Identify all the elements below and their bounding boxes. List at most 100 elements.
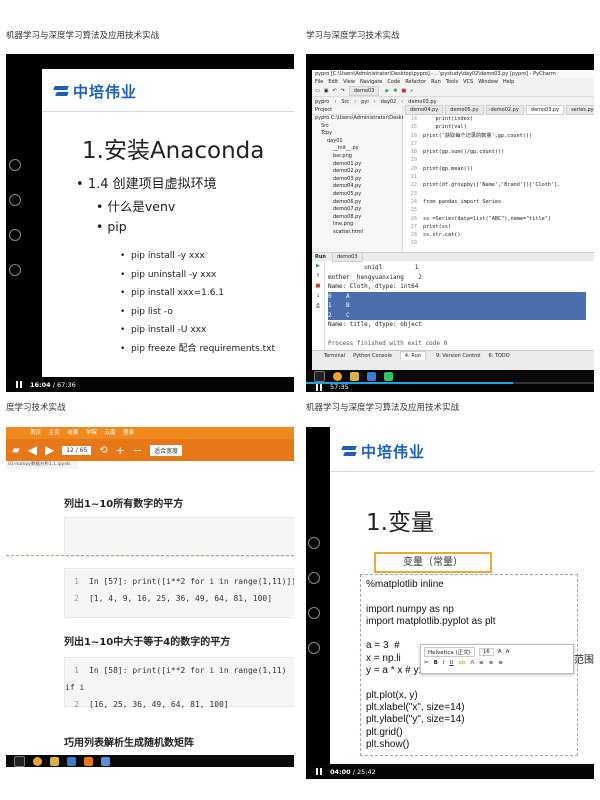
project-panel-header[interactable]: Project	[312, 106, 402, 115]
menu-run[interactable]: Run	[431, 79, 441, 85]
menu-help[interactable]: Help	[503, 79, 514, 85]
tree-item[interactable]: demo05.py	[315, 191, 402, 199]
side-tool-icon[interactable]	[9, 159, 21, 171]
side-tool-icon[interactable]	[9, 264, 21, 276]
zoom-select[interactable]: 适合宽度	[150, 444, 183, 456]
underline-icon[interactable]: U	[449, 660, 453, 666]
highlight-icon[interactable]: ab	[458, 660, 465, 666]
start-icon[interactable]	[14, 755, 25, 767]
font-family-select[interactable]: Helvetica (正文)	[424, 647, 475, 657]
app-icon[interactable]	[67, 756, 76, 766]
search-icon[interactable]: ⌕	[410, 88, 413, 94]
tree-item[interactable]: demo08.py	[315, 214, 402, 222]
back-icon[interactable]: ◀	[28, 443, 37, 457]
tab-demo04[interactable]: demo04.py	[405, 105, 444, 115]
stop-run-icon[interactable]: ■	[312, 281, 324, 291]
breadcrumb-item[interactable]: demo03.py	[408, 99, 436, 105]
tree-item[interactable]: demo06.py	[315, 199, 402, 207]
tree-item[interactable]: Src	[315, 123, 402, 131]
tab-demo02[interactable]: demo02.py	[485, 105, 524, 115]
code-lines[interactable]: 14 print(index) 15 print(val) 16 print('获取每…	[403, 115, 594, 248]
align-center-icon[interactable]: ≡	[489, 660, 494, 666]
pycharm-icon[interactable]	[384, 371, 393, 381]
menu-tools[interactable]: Tools	[446, 79, 458, 85]
redo-icon[interactable]: ↷	[341, 88, 345, 94]
code-cell-squares[interactable]: 1 In [57]: print([i**2 for i in range(1,1…	[64, 568, 294, 618]
side-tool-icon[interactable]	[308, 537, 320, 549]
side-tool-icon[interactable]	[9, 194, 21, 206]
tab-demo03[interactable]: demo03.py	[525, 105, 565, 115]
app-icon[interactable]	[101, 756, 110, 766]
tree-item[interactable]: scatter.html	[315, 229, 402, 237]
menu-code[interactable]: Code	[387, 79, 400, 85]
tree-item[interactable]: demo07.py	[315, 206, 402, 214]
forward-icon[interactable]: ▶	[45, 443, 54, 457]
tab-python-console[interactable]: Python Console	[353, 353, 392, 359]
side-tool-icon[interactable]	[308, 607, 320, 619]
menu-item[interactable]: 云盘	[104, 427, 115, 439]
grow-font-icon[interactable]: A	[498, 649, 502, 655]
page-indicator[interactable]: 12 / 65	[62, 445, 92, 455]
stop-icon[interactable]: ■	[401, 88, 406, 94]
chrome-icon[interactable]	[333, 371, 342, 381]
tab-series[interactable]: series.py	[566, 105, 594, 115]
progress-track[interactable]	[306, 382, 594, 384]
shrink-font-icon[interactable]: A	[506, 649, 510, 655]
tree-item[interactable]: day01	[315, 138, 402, 146]
menu-item[interactable]: 首页	[30, 427, 41, 439]
menu-refactor[interactable]: Refactor	[405, 79, 426, 85]
zoom-in-icon[interactable]: +	[116, 444, 125, 457]
tree-item[interactable]: __init__.py	[315, 145, 402, 153]
reader-icon[interactable]	[84, 756, 93, 766]
chrome-icon[interactable]	[33, 756, 42, 766]
tree-item[interactable]: line.png	[315, 221, 402, 229]
align-left-icon[interactable]: ≡	[479, 660, 484, 666]
menu-item[interactable]: 主页	[49, 427, 60, 439]
folder-icon[interactable]: ▰	[12, 445, 20, 456]
breadcrumb-item[interactable]: Src	[341, 99, 349, 105]
tab-todo[interactable]: 6: TODO	[488, 353, 509, 359]
scroll-down-icon[interactable]: ↓	[312, 291, 324, 301]
font-color-icon[interactable]: A	[470, 660, 474, 666]
cut-icon[interactable]: ✂	[424, 660, 429, 666]
variable-label-box[interactable]: 变量（常量）	[374, 552, 492, 573]
menu-edit[interactable]: Edit	[328, 79, 338, 85]
font-size-select[interactable]: 16	[478, 648, 494, 656]
menu-navigate[interactable]: Navigate	[360, 79, 382, 85]
breadcrumb-item[interactable]: pypro	[315, 99, 329, 105]
tree-item[interactable]: demo03.py	[315, 176, 402, 184]
rerun-icon[interactable]: ▶	[312, 261, 324, 271]
scroll-up-icon[interactable]: ↑	[312, 271, 324, 281]
pause-icon[interactable]	[316, 768, 322, 775]
tree-item[interactable]: demo01.py	[315, 161, 402, 169]
pause-icon[interactable]	[316, 383, 322, 391]
tree-item[interactable]: bar.png	[315, 153, 402, 161]
tree-item[interactable]: demo02.py	[315, 168, 402, 176]
tab-demo05[interactable]: demo05.py	[445, 105, 484, 115]
tab-version-control[interactable]: 9: Version Control	[436, 353, 481, 359]
zoom-out-icon[interactable]: −	[133, 444, 142, 457]
menu-window[interactable]: Window	[478, 79, 498, 85]
side-tool-icon[interactable]	[308, 572, 320, 584]
italic-icon[interactable]: I	[443, 660, 445, 666]
menu-vcs[interactable]: VCS	[463, 79, 473, 85]
side-tool-icon[interactable]	[9, 229, 21, 241]
tree-item[interactable]: Tcpy	[315, 130, 402, 138]
document-tab[interactable]: 01-numpy数据分析1.1.ipynb	[6, 461, 78, 469]
tree-item[interactable]: pypro C:\Users\Administrator\Desktop\	[315, 115, 412, 123]
console-output[interactable]: uniql 1 mother hengyuanxiang 2 Name: Cloth…	[328, 263, 586, 349]
empty-code-cell[interactable]	[64, 517, 294, 557]
run-icon[interactable]: ▶	[385, 88, 389, 94]
pause-icon[interactable]	[16, 381, 22, 388]
undo-icon[interactable]: ↶	[332, 88, 336, 94]
align-right-icon[interactable]: ≡	[498, 660, 503, 666]
explorer-icon[interactable]	[50, 756, 59, 766]
menu-item[interactable]: 登录	[123, 427, 134, 439]
breadcrumb-item[interactable]: day02	[381, 99, 397, 105]
menu-view[interactable]: View	[343, 79, 355, 85]
debug-icon[interactable]: ✱	[393, 88, 397, 94]
start-icon[interactable]	[314, 370, 325, 382]
breadcrumb-item[interactable]: pyi	[361, 99, 369, 105]
print-icon[interactable]: ⎙	[312, 301, 324, 311]
save-icon[interactable]: ▣	[324, 88, 329, 94]
